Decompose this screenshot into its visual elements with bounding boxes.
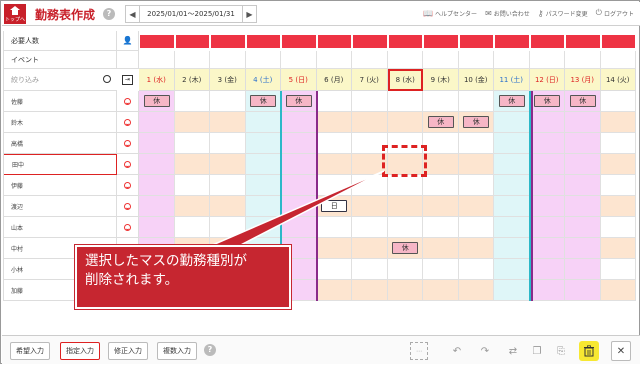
app-window: トップへ 勤務表作成 ? ◀ 2025/01/01～2025/01/31 ▶ 📖… xyxy=(0,0,640,364)
copy-icon[interactable]: ❐ xyxy=(528,342,546,360)
footer-toolbar: 希望入力 指定入力 修正入力 複数入力 ? ⋯ ↶ ↷ ⇄ ❐ ⎘ ✕ xyxy=(2,335,640,364)
callout-box: 選択したマスの勤務種別が 削除されます。 xyxy=(74,244,292,310)
close-button[interactable]: ✕ xyxy=(611,341,631,361)
callout-line2: 削除されます。 xyxy=(85,272,179,288)
swap-icon[interactable]: ⇄ xyxy=(504,342,522,360)
undo-icon[interactable]: ↶ xyxy=(448,342,466,360)
correction-input-button[interactable]: 修正入力 xyxy=(108,342,148,360)
pattern-icon[interactable]: ⋯ xyxy=(410,342,428,360)
multi-input-button[interactable]: 複数入力 xyxy=(157,342,197,360)
redo-icon[interactable]: ↷ xyxy=(476,342,494,360)
callout-pointer xyxy=(200,170,385,251)
designated-input-button[interactable]: 指定入力 xyxy=(60,342,100,360)
trash-icon[interactable] xyxy=(579,341,599,361)
footer-help-icon[interactable]: ? xyxy=(204,344,216,356)
wish-input-button[interactable]: 希望入力 xyxy=(10,342,50,360)
paste-icon[interactable]: ⎘ xyxy=(552,342,570,360)
callout-line1: 選択したマスの勤務種別が xyxy=(85,253,247,269)
